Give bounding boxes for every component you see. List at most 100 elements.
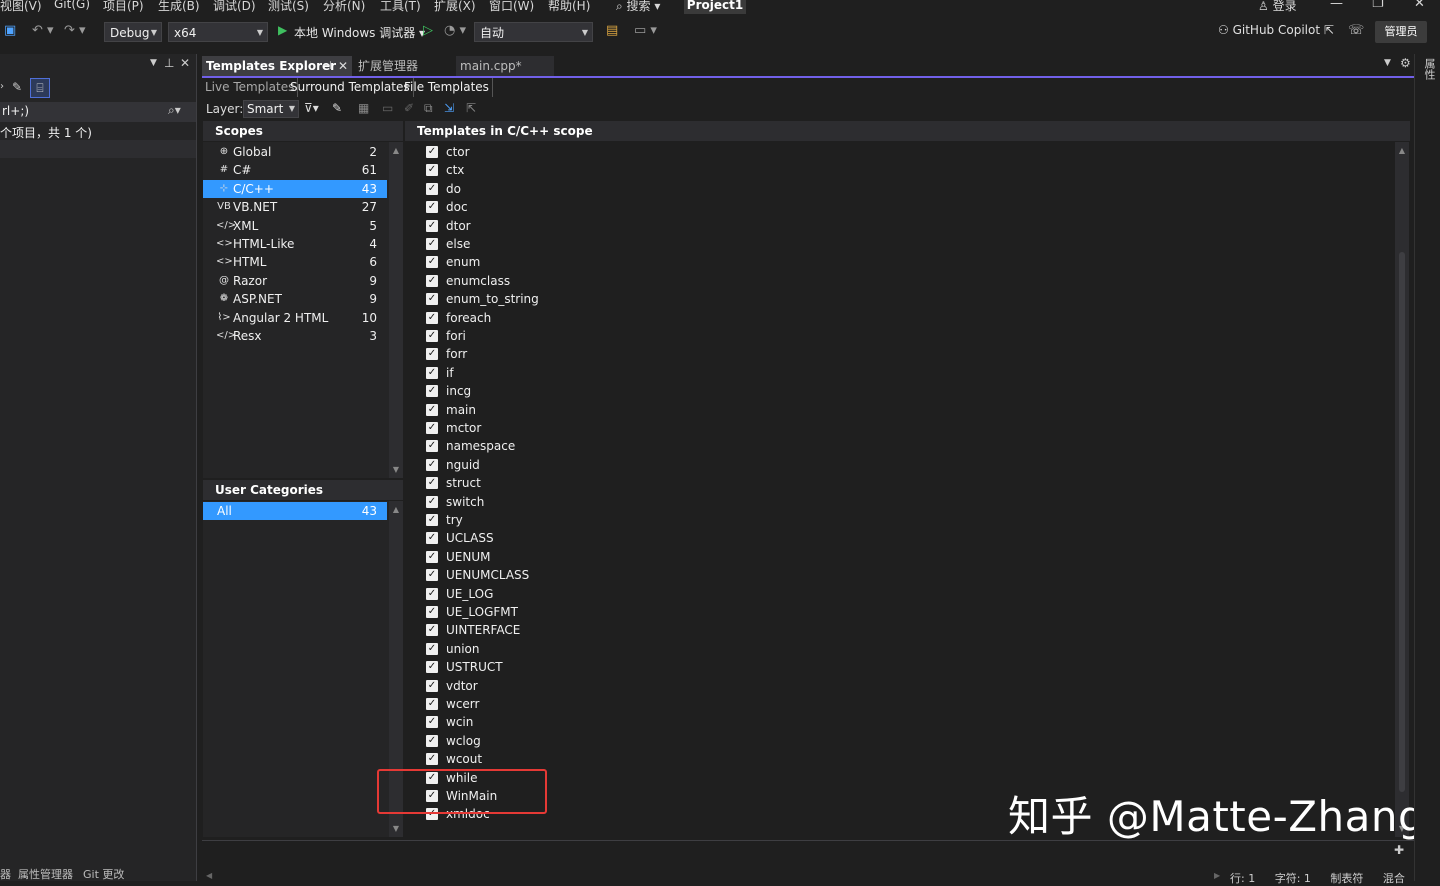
- menu-debug[interactable]: 调试(D): [213, 0, 256, 14]
- scope-item[interactable]: ⊕ Global 2: [203, 143, 387, 161]
- undo-icon[interactable]: ↶ ▾: [32, 23, 54, 38]
- scope-item[interactable]: # C# 61: [203, 161, 387, 179]
- status-eol[interactable]: 混合: [1383, 872, 1405, 885]
- template-checkbox[interactable]: ✓: [426, 403, 438, 416]
- template-checkbox[interactable]: ✓: [426, 550, 438, 563]
- template-checkbox[interactable]: ✓: [426, 219, 438, 232]
- scroll-up-icon[interactable]: ▲: [1395, 146, 1409, 155]
- template-checkbox[interactable]: ✓: [426, 256, 438, 269]
- menu-extensions[interactable]: 扩展(X): [434, 0, 476, 14]
- folder-icon[interactable]: ▤: [606, 23, 618, 38]
- template-checkbox[interactable]: ✓: [426, 624, 438, 637]
- close-icon[interactable]: ✕: [180, 56, 190, 70]
- template-checkbox[interactable]: ✓: [426, 679, 438, 692]
- template-checkbox[interactable]: ✓: [426, 642, 438, 655]
- gear-icon[interactable]: ⚙: [1400, 56, 1411, 70]
- tab-property-manager[interactable]: 器 属性管理器: [0, 866, 73, 882]
- template-checkbox[interactable]: ✓: [426, 532, 438, 545]
- template-checkbox[interactable]: ✓: [426, 753, 438, 766]
- template-checkbox[interactable]: ✓: [426, 182, 438, 195]
- scopes-scrollbar[interactable]: ▲ ▼: [389, 142, 403, 478]
- wrench-icon[interactable]: ✎: [12, 80, 22, 94]
- templates-scrollbar[interactable]: ▲ ▼: [1395, 142, 1409, 837]
- scroll-left-icon[interactable]: ◀: [206, 871, 212, 880]
- save-all-icon[interactable]: ▣: [4, 23, 16, 38]
- panel-menu-icon[interactable]: ▼: [150, 58, 157, 68]
- tab-live-templates[interactable]: Live Templates: [202, 78, 299, 97]
- menu-view[interactable]: 视图(V): [0, 0, 42, 14]
- scope-item[interactable]: ⌇> Angular 2 HTML 10: [203, 309, 387, 327]
- template-checkbox[interactable]: ✓: [426, 587, 438, 600]
- tab-extension-manager[interactable]: 扩展管理器: [354, 56, 454, 76]
- chevron-right-icon[interactable]: ›: [0, 81, 4, 92]
- template-checkbox[interactable]: ✓: [426, 606, 438, 618]
- login-button[interactable]: ♙ 登录: [1258, 0, 1297, 14]
- menu-search[interactable]: ⌕ 搜索 ▾: [616, 0, 660, 14]
- scroll-thumb[interactable]: [1399, 252, 1405, 792]
- close-window-icon[interactable]: ✕: [1414, 0, 1425, 11]
- run-icon[interactable]: ▶: [278, 23, 287, 37]
- new-folder-icon[interactable]: ▭: [382, 101, 393, 115]
- scope-item[interactable]: <> HTML 6: [203, 253, 387, 271]
- template-checkbox[interactable]: ✓: [426, 422, 438, 434]
- feedback-icon[interactable]: ☏: [1348, 23, 1364, 38]
- scroll-up-icon[interactable]: ▲: [389, 146, 403, 155]
- scope-item[interactable]: ❁ ASP.NET 9: [203, 290, 387, 308]
- hot-reload-icon[interactable]: ◔ ▾: [444, 23, 466, 38]
- minimize-icon[interactable]: —: [1330, 0, 1343, 11]
- scroll-right-icon[interactable]: ▶: [1214, 871, 1220, 880]
- template-checkbox[interactable]: ✓: [426, 514, 438, 526]
- scope-item[interactable]: VB VB.NET 27: [203, 198, 387, 216]
- scope-item[interactable]: </> Resx 3: [203, 327, 387, 345]
- template-checkbox[interactable]: ✓: [426, 569, 438, 582]
- menu-help[interactable]: 帮助(H): [548, 0, 590, 14]
- menu-window[interactable]: 窗口(W): [489, 0, 534, 14]
- template-checkbox[interactable]: ✓: [426, 495, 438, 508]
- redo-icon[interactable]: ↷ ▾: [64, 23, 86, 38]
- search-input[interactable]: rl+;) ⌕▾: [0, 102, 196, 122]
- scroll-down-icon[interactable]: ▼: [389, 824, 403, 833]
- tab-file-templates[interactable]: File Templates: [401, 78, 493, 97]
- side-tab-properties[interactable]: 属性: [1421, 58, 1437, 80]
- template-checkbox[interactable]: ✓: [426, 698, 438, 710]
- edit-icon[interactable]: ✐: [404, 101, 414, 115]
- restore-icon[interactable]: ❐: [1372, 0, 1384, 11]
- export-icon[interactable]: ⇱: [466, 101, 476, 115]
- config-combo[interactable]: Debug ▼: [104, 22, 162, 42]
- template-checkbox[interactable]: ✓: [426, 164, 438, 177]
- tab-templates-explorer[interactable]: Templates Explorer ⊣ ✕: [202, 56, 352, 76]
- menu-tools[interactable]: 工具(T): [380, 0, 421, 14]
- run-without-debug-icon[interactable]: ▷: [423, 23, 433, 38]
- tab-main-cpp[interactable]: main.cpp*: [456, 56, 554, 76]
- pin-icon[interactable]: ⊥: [164, 56, 174, 70]
- template-checkbox[interactable]: ✓: [426, 366, 438, 379]
- scope-item[interactable]: @ Razor 9: [203, 272, 387, 290]
- template-checkbox[interactable]: ✓: [426, 716, 438, 729]
- template-checkbox[interactable]: ✓: [426, 348, 438, 361]
- menu-project[interactable]: 项目(P): [103, 0, 144, 14]
- layout-icon[interactable]: ▭ ▾: [634, 23, 657, 38]
- template-checkbox[interactable]: ✓: [426, 293, 438, 306]
- run-debugger-button[interactable]: 本地 Windows 调试器 ▾: [294, 24, 425, 41]
- template-checkbox[interactable]: ✓: [426, 477, 438, 490]
- tab-git-changes[interactable]: Git 更改: [83, 866, 124, 882]
- tab-surround-templates[interactable]: Surround Templates: [287, 78, 414, 97]
- scope-item[interactable]: </> XML 5: [203, 217, 387, 235]
- template-checkbox[interactable]: ✓: [426, 311, 438, 324]
- search-icon[interactable]: ⌕▾: [168, 103, 181, 118]
- template-checkbox[interactable]: ✓: [426, 458, 438, 471]
- template-checkbox[interactable]: ✓: [426, 440, 438, 453]
- template-checkbox[interactable]: ✓: [426, 734, 438, 747]
- copy-icon[interactable]: ⧉: [424, 101, 433, 116]
- selected-row[interactable]: [0, 140, 196, 158]
- pin-icon[interactable]: ⊣: [322, 56, 332, 76]
- wrench-icon[interactable]: ✎: [332, 101, 342, 115]
- new-template-icon[interactable]: ▦: [358, 101, 369, 115]
- template-checkbox[interactable]: ✓: [426, 274, 438, 287]
- scope-item[interactable]: ⊹ C/C++ 43: [203, 179, 387, 198]
- menu-test[interactable]: 测试(S): [268, 0, 309, 14]
- filter-icon[interactable]: ⊽▾: [304, 101, 319, 115]
- scope-item[interactable]: <> HTML-Like 4: [203, 235, 387, 253]
- menu-build[interactable]: 生成(B): [158, 0, 200, 14]
- menu-analyze[interactable]: 分析(N): [323, 0, 365, 14]
